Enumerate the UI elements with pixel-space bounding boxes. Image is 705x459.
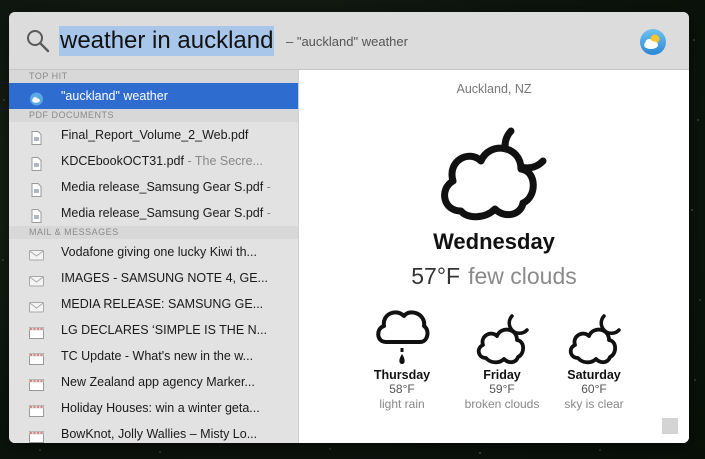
result-label: MEDIA RELEASE: SAMSUNG GE... — [61, 297, 264, 311]
result-label-group: Final_Report_Volume_2_Web.pdf — [61, 122, 248, 148]
result-label: Vodafone giving one lucky Kiwi th... — [61, 245, 257, 259]
result-item[interactable]: MEDIA RELEASE: SAMSUNG GE... — [9, 291, 298, 317]
result-label-group: IMAGES - SAMSUNG NOTE 4, GE... — [61, 265, 268, 291]
pdf-icon — [29, 128, 44, 145]
mail-dashed-icon — [29, 375, 44, 391]
result-label: BowKnot, Jolly Wallies – Misty Lo... — [61, 427, 258, 441]
mail-dashed-icon — [29, 427, 44, 443]
result-label: Media release_Samsung Gear S.pdf — [61, 180, 264, 194]
forecast-condition: sky is clear — [564, 397, 624, 411]
mail-icon — [29, 297, 44, 313]
search-input[interactable]: weather in auckland — [59, 26, 275, 56]
current-condition: few clouds — [468, 263, 577, 289]
location-label: Auckland, NZ — [456, 82, 532, 96]
rain-cloud-icon — [376, 310, 430, 364]
result-label-group: "auckland" weather — [61, 83, 168, 109]
result-label-group: Holiday Houses: win a winter geta... — [61, 395, 260, 421]
spotlight-panel: weather in auckland – "auckland" weather… — [9, 12, 689, 443]
pdf-icon — [29, 206, 44, 223]
result-item[interactable]: Media release_Samsung Gear S.pdf - — [9, 174, 298, 200]
result-item[interactable]: Holiday Houses: win a winter geta... — [9, 395, 298, 421]
mail-dashed-icon — [29, 401, 44, 417]
cloud-moon-icon — [476, 314, 529, 365]
current-weather: 57°F few clouds — [299, 263, 689, 290]
result-label: TC Update - What's new in the w... — [61, 349, 254, 363]
result-item[interactable]: TC Update - What's new in the w... — [9, 343, 298, 369]
forecast-temp: 60°F — [581, 382, 607, 396]
result-sublabel: - — [263, 180, 271, 194]
result-item[interactable]: LG DECLARES ‘SIMPLE IS THE N... — [9, 317, 298, 343]
pdf-icon — [29, 180, 44, 197]
current-temp: 57°F — [411, 263, 461, 289]
result-label-group: MEDIA RELEASE: SAMSUNG GE... — [61, 291, 263, 317]
section-header: MAIL & MESSAGES — [9, 226, 298, 239]
weather-icon — [29, 89, 44, 106]
search-bar: weather in auckland – "auckland" weather — [9, 12, 689, 70]
mail-dashed-icon — [29, 349, 44, 365]
result-label-group: TC Update - What's new in the w... — [61, 343, 253, 369]
result-label: LG DECLARES ‘SIMPLE IS THE N... — [61, 323, 268, 337]
result-label: Media release_Samsung Gear S.pdf — [61, 206, 264, 220]
search-suggestion: – "auckland" weather — [286, 34, 408, 49]
result-label: "auckland" weather — [61, 89, 168, 103]
pdf-icon — [29, 154, 44, 171]
section-header: PDF DOCUMENTS — [9, 109, 298, 122]
result-item[interactable]: BowKnot, Jolly Wallies – Misty Lo... — [9, 421, 298, 443]
result-sublabel: - — [263, 206, 271, 220]
result-item[interactable]: New Zealand app agency Marker... — [9, 369, 298, 395]
result-label: IMAGES - SAMSUNG NOTE 4, GE... — [61, 271, 268, 285]
weather-app-icon — [640, 29, 666, 55]
result-label: KDCEbookOCT31.pdf — [61, 154, 184, 168]
result-item[interactable]: Media release_Samsung Gear S.pdf - — [9, 200, 298, 226]
result-label-group: Vodafone giving one lucky Kiwi th... — [61, 239, 257, 265]
result-sublabel: - The Secre... — [183, 154, 263, 168]
result-item[interactable]: Vodafone giving one lucky Kiwi th... — [9, 239, 298, 265]
current-day: Wednesday — [433, 229, 555, 254]
forecast-day-label: Saturday — [567, 368, 621, 382]
section-header: TOP HIT — [9, 70, 298, 83]
result-item[interactable]: "auckland" weather — [9, 83, 298, 109]
cloud-moon-icon — [441, 127, 547, 221]
forecast-day-3: Saturday 60°F sky is clear — [524, 306, 664, 411]
weather-preview: Auckland, NZ Wednesday 57°F few clouds Th… — [299, 70, 689, 443]
mail-dashed-icon — [29, 323, 44, 339]
result-item[interactable]: IMAGES - SAMSUNG NOTE 4, GE... — [9, 265, 298, 291]
cloud-moon-icon — [568, 314, 621, 365]
result-label-group: Media release_Samsung Gear S.pdf - — [61, 200, 271, 226]
results-sidebar: TOP HIT "auckland" weather PDF DOCUMENTS Fi… — [9, 70, 299, 443]
result-label: Holiday Houses: win a winter geta... — [61, 401, 260, 415]
mail-icon — [29, 245, 44, 261]
mail-icon — [29, 271, 44, 287]
result-label-group: LG DECLARES ‘SIMPLE IS THE N... — [61, 317, 267, 343]
result-label: Final_Report_Volume_2_Web.pdf — [61, 128, 249, 142]
result-label-group: Media release_Samsung Gear S.pdf - — [61, 174, 271, 200]
result-label-group: BowKnot, Jolly Wallies – Misty Lo... — [61, 421, 257, 443]
resize-handle[interactable] — [662, 418, 678, 434]
result-item[interactable]: KDCEbookOCT31.pdf - The Secre... — [9, 148, 298, 174]
result-label-group: KDCEbookOCT31.pdf - The Secre... — [61, 148, 263, 174]
result-label: New Zealand app agency Marker... — [61, 375, 255, 389]
search-icon — [27, 30, 50, 53]
result-label-group: New Zealand app agency Marker... — [61, 369, 255, 395]
result-item[interactable]: Final_Report_Volume_2_Web.pdf — [9, 122, 298, 148]
